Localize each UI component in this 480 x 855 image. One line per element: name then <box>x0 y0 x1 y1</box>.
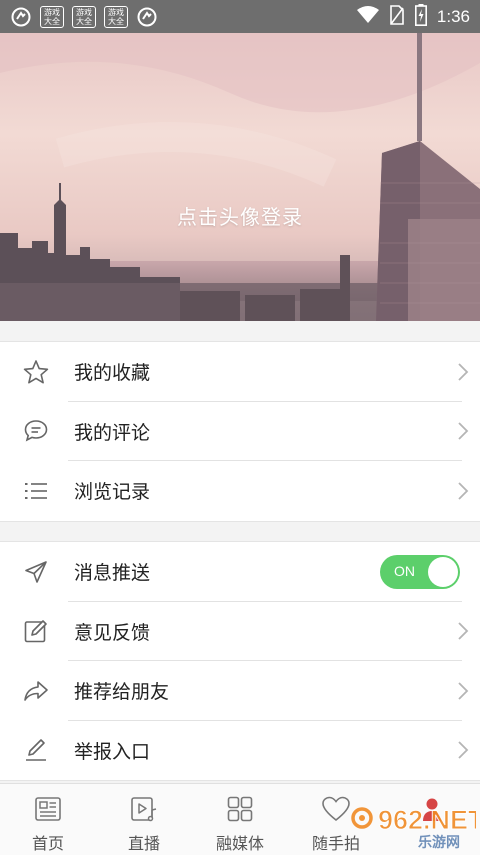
send-icon <box>0 542 74 602</box>
menu-item-label: 浏览记录 <box>74 481 151 504</box>
nav-live[interactable]: 直播 <box>96 784 192 855</box>
chevron-right-icon <box>446 421 480 441</box>
pencil-icon <box>0 721 74 781</box>
game-app-badge-icon: 游戏 大全 <box>40 5 64 28</box>
heart-icon <box>321 796 351 826</box>
game-app-badge-icon: 游戏 大全 <box>104 5 128 28</box>
edit-icon <box>0 602 74 662</box>
watermark-logo: 962.NET <box>378 805 476 835</box>
chevron-right-icon <box>446 481 480 501</box>
menu-item-label: 我的评论 <box>74 421 151 444</box>
clock: 1:36 <box>436 6 470 26</box>
no-sim-icon <box>389 4 405 29</box>
menu-item-history[interactable]: 浏览记录 <box>0 461 480 521</box>
login-prompt[interactable]: 点击头像登录 <box>0 201 480 230</box>
push-notifications-toggle[interactable]: ON <box>380 554 460 589</box>
battery-charging-icon <box>414 3 427 30</box>
menu-item-recommend[interactable]: 推荐给朋友 <box>0 661 480 721</box>
menu-group-personal: 我的收藏 我的评论 浏览记录 <box>0 341 480 522</box>
menu-group-settings: 消息推送 ON 意见反馈 推荐给朋友 举报入口 <box>0 541 480 781</box>
watermark-subtitle: 乐游网 <box>418 834 460 850</box>
app-notification-icon <box>136 6 158 28</box>
site-watermark: 962.NET 乐游网 <box>348 796 480 851</box>
menu-item-comments[interactable]: 我的评论 <box>0 402 480 462</box>
nav-label: 融媒体 <box>215 834 264 853</box>
menu-item-label: 推荐给朋友 <box>74 681 170 704</box>
comment-icon <box>0 402 74 462</box>
nav-label: 首页 <box>31 834 64 853</box>
nav-label: 直播 <box>127 834 160 853</box>
grid-icon <box>226 796 254 826</box>
menu-item-feedback[interactable]: 意见反馈 <box>0 602 480 662</box>
chevron-right-icon <box>446 362 480 382</box>
share-icon <box>0 661 74 721</box>
chevron-right-icon <box>446 740 480 760</box>
nav-media[interactable]: 融媒体 <box>192 784 288 855</box>
chevron-right-icon <box>446 681 480 701</box>
profile-header[interactable]: 点击头像登录 <box>0 33 480 321</box>
menu-item-label: 消息推送 <box>74 562 151 585</box>
nav-home[interactable]: 首页 <box>0 784 96 855</box>
menu-item-push-notifications: 消息推送 ON <box>0 542 480 602</box>
chevron-right-icon <box>446 621 480 641</box>
list-icon <box>0 461 74 521</box>
app-notification-icon <box>10 6 32 28</box>
city-skyline-background <box>0 33 480 321</box>
news-icon <box>34 796 62 826</box>
menu-item-label: 意见反馈 <box>74 621 151 644</box>
game-app-badge-icon: 游戏 大全 <box>72 5 96 28</box>
menu-item-report[interactable]: 举报入口 <box>0 721 480 781</box>
menu-item-favorites[interactable]: 我的收藏 <box>0 342 480 402</box>
status-bar: 游戏 大全 游戏 大全 游戏 大全 1:36 <box>0 0 480 33</box>
toggle-state-label: ON <box>394 562 415 579</box>
menu-item-label: 举报入口 <box>74 740 151 763</box>
live-icon <box>130 796 158 826</box>
wifi-icon <box>356 5 379 28</box>
toggle-knob <box>428 556 458 587</box>
menu-item-label: 我的收藏 <box>74 362 151 385</box>
star-icon <box>0 342 74 402</box>
